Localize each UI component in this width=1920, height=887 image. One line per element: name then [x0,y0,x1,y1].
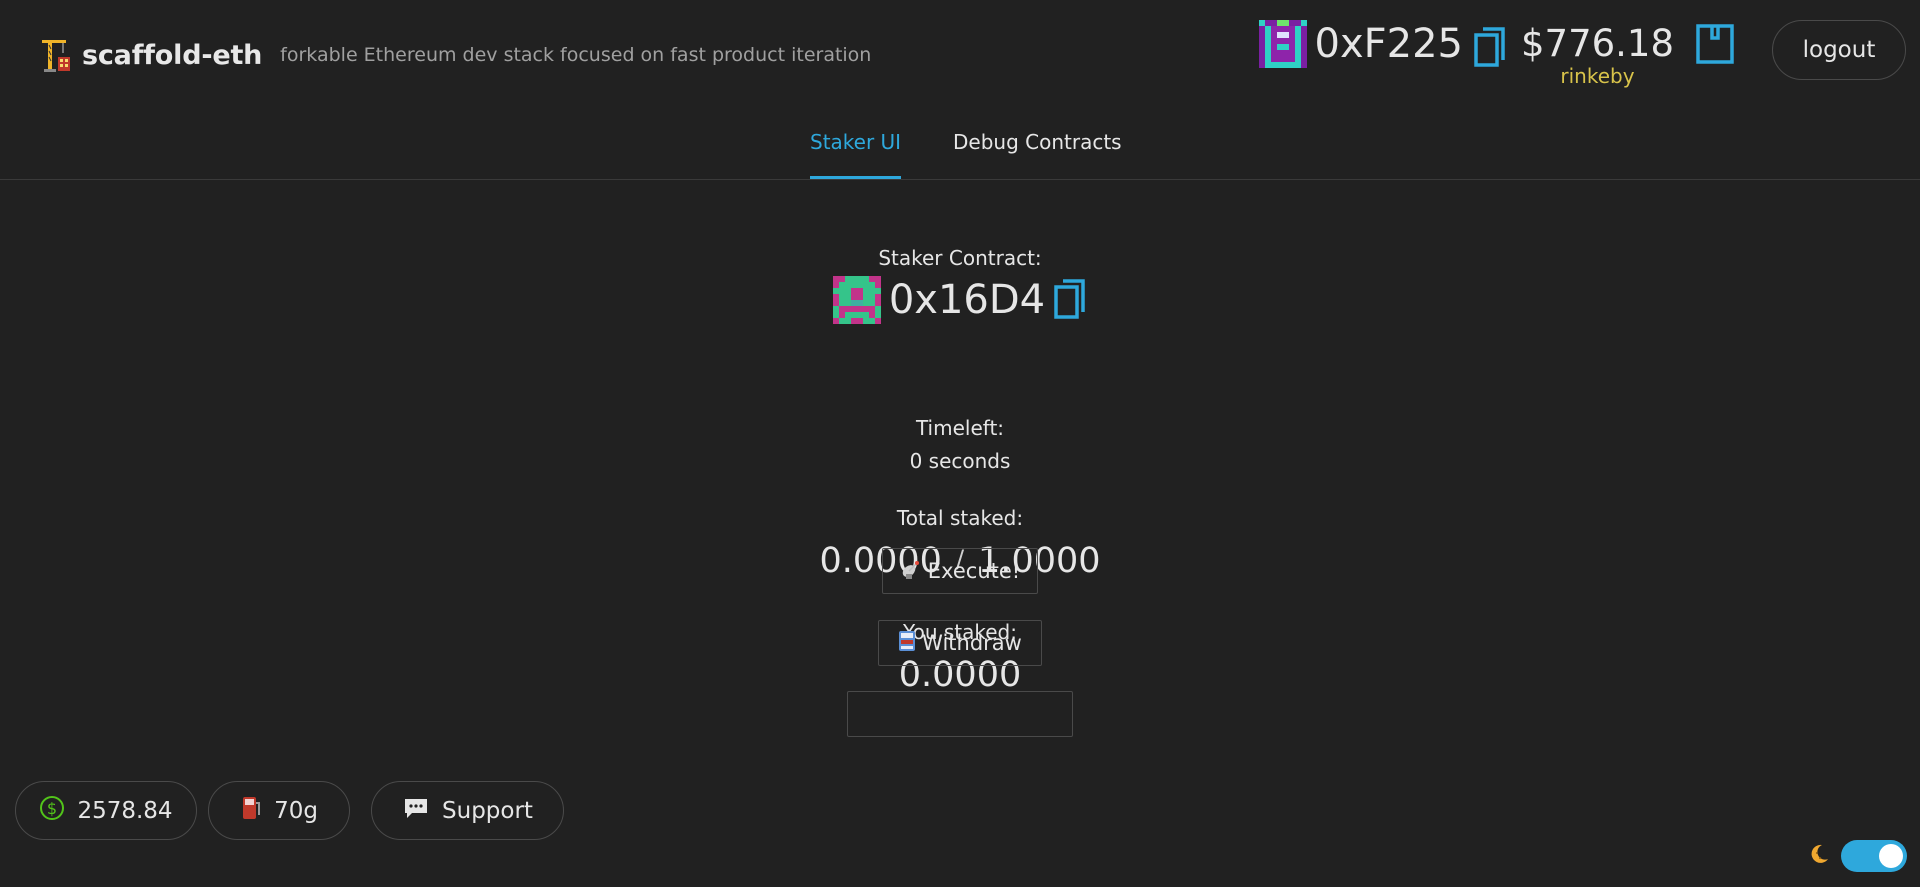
chat-bubble-icon [402,796,430,826]
network-label: rinkeby [1560,64,1635,88]
contract-avatar [832,276,881,324]
withdraw-label: Withdraw [922,631,1022,655]
eth-price-value: 2578.84 [77,797,173,824]
fuel-pump-icon [240,795,262,827]
tab-staker-ui[interactable]: Staker UI [810,130,902,179]
moon-icon [1807,842,1831,870]
withdraw-button[interactable]: Withdraw [878,620,1042,666]
dollar-circle-icon: $ [39,795,65,827]
wallet-icon[interactable] [1696,24,1734,68]
support-button[interactable]: Support [371,781,564,840]
contract-label: Staker Contract: [878,246,1042,270]
copy-icon[interactable] [1053,278,1087,324]
theme-toggle[interactable] [1841,840,1907,872]
app-subtitle: forkable Ethereum dev stack focused on f… [280,44,872,66]
theme-switcher [1807,840,1907,872]
app-title: scaffold-eth [82,39,263,71]
account-address[interactable]: 0xF225 [1315,22,1463,66]
total-staked-label: Total staked: [896,506,1024,530]
balance-block: $776.18 rinkeby [1521,20,1674,88]
logout-button[interactable]: logout [1772,20,1906,80]
account-balance[interactable]: $776.18 [1521,22,1674,66]
execute-label: Execute! [927,559,1021,583]
tab-debug-contracts[interactable]: Debug Contracts [953,130,1122,179]
contract-address-row: 0x16D4 [0,276,1920,324]
eth-price-pill: $ 2578.84 [15,781,197,840]
svg-text:$: $ [47,799,57,818]
gas-price-pill: 70g [208,781,350,840]
atm-icon [898,630,916,657]
execute-button[interactable]: Execute! [882,548,1038,594]
stake-button[interactable] [847,691,1073,737]
timeleft-value: 0 seconds [909,449,1011,473]
brand: scaffold-eth forkable Ethereum dev stack… [40,36,871,74]
copy-icon[interactable] [1473,26,1507,72]
support-label: Support [442,797,533,824]
construction-crane-icon [40,37,72,73]
toggle-knob [1879,844,1903,868]
contract-address[interactable]: 0x16D4 [889,277,1045,323]
account-panel: 0xF225 $776.18 rinkeby logout [1258,20,1906,90]
gas-price-value: 70g [274,797,318,824]
timeleft-label: Timeleft: [915,416,1005,440]
account-avatar [1258,20,1307,68]
tab-bar: Staker UI Debug Contracts [0,120,1920,180]
satellite-icon [900,558,922,585]
